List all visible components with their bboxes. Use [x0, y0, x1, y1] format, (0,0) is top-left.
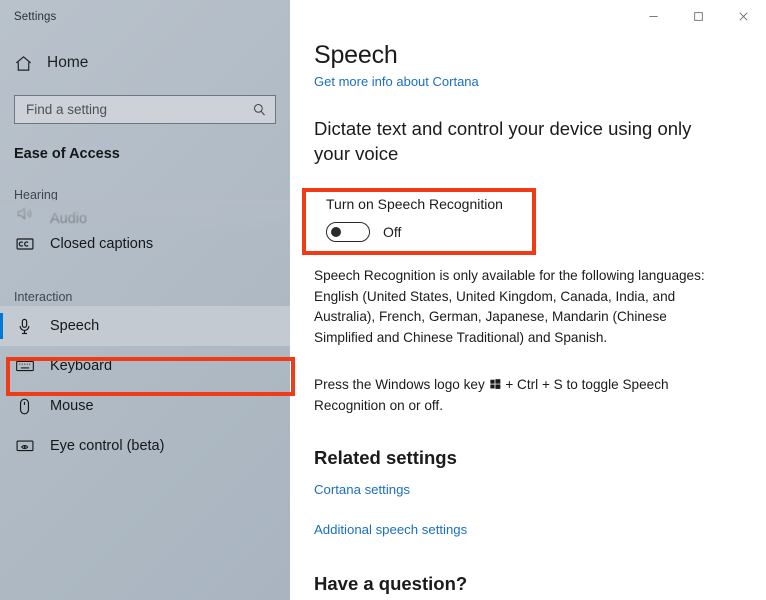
related-settings-heading: Related settings — [314, 447, 457, 468]
eye-control-icon — [14, 436, 35, 457]
page-title: Speech — [314, 41, 398, 69]
sub-heading: Dictate text and control your device usi… — [314, 118, 692, 164]
window-title: Settings — [14, 11, 57, 23]
search-icon[interactable] — [252, 102, 267, 117]
supported-languages-text: Speech Recognition is only available for… — [314, 268, 705, 346]
sidebar-item-mouse-label: Mouse — [50, 398, 94, 414]
closed-captions-icon — [14, 234, 35, 255]
sidebar-group-hearing-label: Hearing — [14, 188, 58, 202]
minimize-button[interactable] — [631, 0, 676, 32]
sidebar-group-interaction-label: Interaction — [14, 290, 73, 304]
speech-recognition-switch[interactable] — [326, 222, 370, 243]
speech-recognition-toggle-label: Turn on Speech Recognition — [326, 196, 503, 213]
sidebar-item-speech[interactable]: Speech — [0, 306, 290, 346]
keyboard-icon — [14, 356, 35, 377]
sidebar-category-title: Ease of Access — [14, 146, 120, 162]
sidebar-item-eye-control-label: Eye control (beta) — [50, 438, 165, 454]
cortana-info-link[interactable]: Get more info about Cortana — [314, 74, 479, 89]
speech-recognition-toggle-row: Off — [326, 222, 730, 243]
switch-knob — [331, 227, 341, 238]
sidebar-item-audio-label: Audio — [50, 211, 88, 224]
shortcut-text-before: Press the Windows logo key — [314, 376, 485, 392]
speech-recognition-toggle-block: Turn on Speech Recognition Off — [314, 186, 742, 254]
close-button[interactable] — [721, 0, 766, 32]
home-icon — [14, 54, 33, 73]
sidebar-item-eye-control[interactable]: Eye control (beta) — [0, 426, 290, 466]
sidebar-item-audio[interactable]: Audio — [0, 204, 290, 224]
cortana-settings-link[interactable]: Cortana settings — [314, 482, 742, 497]
sidebar-item-home-label: Home — [47, 54, 89, 71]
sidebar-item-keyboard[interactable]: Keyboard — [0, 346, 290, 386]
search-input[interactable] — [26, 102, 252, 117]
maximize-button[interactable] — [676, 0, 721, 32]
settings-window: Settings Home Ease of Access Hearing — [0, 0, 766, 600]
have-a-question-heading: Have a question? — [314, 573, 468, 594]
sidebar-item-closed-captions[interactable]: Closed captions — [0, 224, 290, 264]
keyboard-shortcut-text: Press the Windows logo key + Ctrl + S to… — [314, 375, 684, 417]
sidebar: Settings Home Ease of Access Hearing — [0, 0, 290, 600]
windows-logo-icon — [489, 376, 501, 397]
additional-speech-settings-link[interactable]: Additional speech settings — [314, 522, 742, 537]
sidebar-item-home[interactable]: Home — [0, 46, 290, 80]
microphone-icon — [14, 316, 35, 337]
main-content: Speech Get more info about Cortana Dicta… — [290, 0, 766, 600]
sidebar-item-speech-label: Speech — [50, 318, 100, 334]
sidebar-item-mouse[interactable]: Mouse — [0, 386, 290, 426]
title-bar: Settings — [0, 0, 290, 34]
window-controls — [631, 0, 766, 32]
speaker-icon — [14, 204, 35, 224]
search-box[interactable] — [14, 95, 276, 124]
sidebar-item-closed-captions-label: Closed captions — [50, 236, 154, 252]
speech-recognition-switch-state: Off — [383, 224, 402, 241]
sidebar-item-keyboard-label: Keyboard — [50, 358, 113, 374]
mouse-icon — [14, 396, 35, 417]
